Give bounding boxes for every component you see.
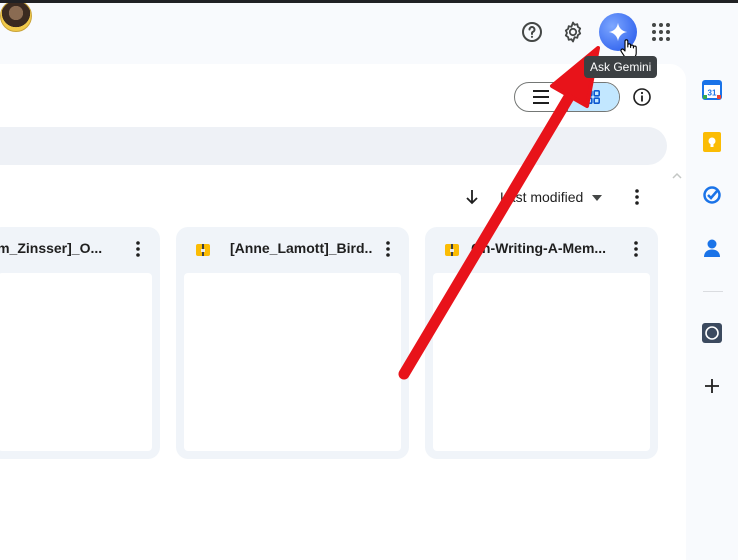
contacts-app-button[interactable] [700,236,724,260]
settings-button[interactable] [559,18,587,46]
calendar-day-label: 31 [708,89,717,98]
file-thumbnail[interactable] [184,273,401,451]
list-view-button[interactable] [515,83,567,111]
tasks-icon [703,186,721,204]
more-vert-icon [136,241,140,257]
get-addons-button[interactable] [700,374,724,398]
file-more-button[interactable] [378,239,398,259]
keep-app-button[interactable] [700,130,724,154]
calendar-app-button[interactable]: 31 [700,78,724,102]
file-title: [Anne_Lamott]_Bird... [230,240,372,256]
addon-icon [702,323,722,343]
file-card-header: [Anne_Lamott]_Bird... [176,227,409,271]
file-card[interactable]: [Anne_Lamott]_Bird... [176,227,409,459]
file-card-header: [William_Zinsser]_O... [0,227,160,271]
archive-file-icon [196,244,210,256]
chevron-up-icon[interactable] [671,170,683,182]
plus-icon [705,379,719,393]
help-circle-icon [522,22,542,42]
grid-icon [586,90,601,104]
google-apps-button[interactable] [648,19,674,45]
sort-by-label[interactable]: Last modified [500,189,583,205]
contacts-icon [704,239,720,257]
window-top-border [0,0,738,3]
file-more-button[interactable] [626,239,646,259]
more-options-button[interactable] [627,187,647,207]
more-vert-icon [634,241,638,257]
list-icon [532,90,549,104]
addon-app-button[interactable] [700,321,724,345]
more-vert-icon [635,189,639,205]
gear-icon [564,21,582,43]
file-title: On-Writing-A-Mem... [471,240,607,256]
grid-view-button[interactable] [566,83,619,111]
sort-direction-button[interactable] [462,187,482,207]
help-button[interactable] [518,18,546,46]
view-toggle [514,82,620,112]
file-thumbnail[interactable] [0,273,152,451]
archive-file-icon [445,244,459,256]
view-details-button[interactable] [630,85,654,109]
file-card[interactable]: [William_Zinsser]_O... [0,227,160,459]
file-thumbnail[interactable] [433,273,650,451]
user-avatar[interactable] [0,0,32,32]
tooltip: Ask Gemini [584,56,658,78]
more-vert-icon [386,241,390,257]
tasks-app-button[interactable] [700,183,724,207]
caret-down-icon[interactable] [591,193,603,203]
arrow-down-icon [466,190,478,205]
file-card[interactable]: On-Writing-A-Mem... [425,227,658,459]
filter-bar[interactable] [0,127,667,165]
keep-icon [703,132,721,152]
file-more-button[interactable] [128,239,148,259]
side-panel-divider [703,291,723,292]
file-title: [William_Zinsser]_O... [0,240,103,256]
info-icon [633,88,651,106]
apps-grid-icon [652,23,670,41]
file-card-header: On-Writing-A-Mem... [425,227,658,271]
calendar-icon: 31 [702,80,722,100]
